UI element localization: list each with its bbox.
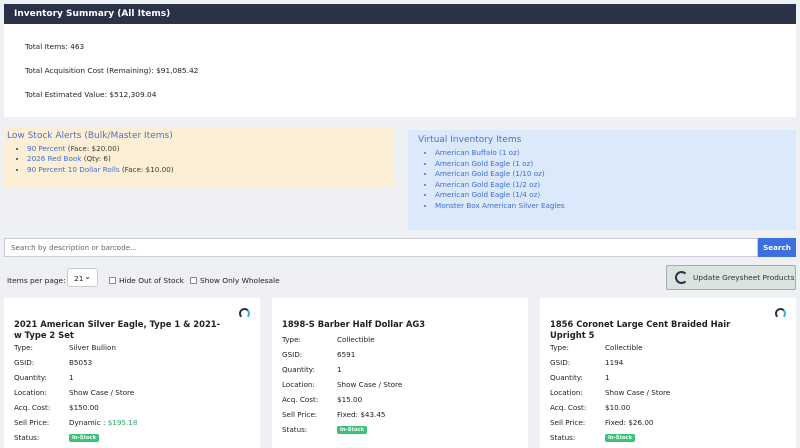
gsid-value: 6591 <box>337 350 356 359</box>
inventory-summary-panel: Total Items: 463 Total Acquisition Cost … <box>4 24 796 117</box>
low-stock-item: 2026 Red Book (Qty: 6) <box>27 154 391 164</box>
status-badge: In-Stock <box>69 434 100 442</box>
virtual-inventory-list: American Buffalo (1 oz) American Gold Ea… <box>418 148 786 212</box>
low-stock-list: 90 Percent (Face: $20.00) 2026 Red Book … <box>7 144 391 175</box>
type-label: Type: <box>14 343 33 352</box>
status-badge: In-Stock <box>337 426 368 434</box>
acq-cost-label: Acq. Cost: <box>550 403 587 412</box>
product-card[interactable]: 1898-S Barber Half Dollar AG3 Type: Coll… <box>272 298 528 448</box>
total-acquisition-cost: Total Acquisition Cost (Remaining): $91,… <box>25 66 199 75</box>
gsid-label: GSID: <box>14 358 35 367</box>
status-label: Status: <box>282 425 308 434</box>
status-value: In-Stock <box>605 432 636 442</box>
low-stock-item-detail: (Face: $20.00) <box>67 144 120 153</box>
acq-cost-label: Acq. Cost: <box>282 395 319 404</box>
low-stock-item-detail: (Face: $10.00) <box>121 164 174 174</box>
inventory-summary-header: Inventory Summary (All Items) <box>4 4 796 24</box>
product-title: 2021 American Silver Eagle, Type 1 & 202… <box>14 319 221 340</box>
virtual-inventory-panel: Virtual Inventory Items American Buffalo… <box>408 130 796 230</box>
low-stock-item-link[interactable]: 90 Percent 10 Dollar Rolls <box>27 165 120 174</box>
virtual-item-link[interactable]: American Gold Eagle (1/10 oz) <box>435 169 786 180</box>
type-value: Silver Bullion <box>69 343 116 352</box>
show-only-wholesale-checkbox[interactable] <box>190 277 197 284</box>
quantity-label: Quantity: <box>282 365 315 374</box>
quantity-label: Quantity: <box>550 373 583 382</box>
location-label: Location: <box>550 388 583 397</box>
acq-cost-label: Acq. Cost: <box>14 403 51 412</box>
quantity-label: Quantity: <box>14 373 47 382</box>
sell-price-label: Sell Price: <box>282 410 318 419</box>
acq-cost-value: $150.00 <box>69 403 99 412</box>
virtual-inventory-title: Virtual Inventory Items <box>418 135 522 145</box>
type-label: Type: <box>282 335 301 344</box>
show-only-wholesale-toggle[interactable]: Show Only Wholesale <box>190 276 280 285</box>
sell-price-label: Sell Price: <box>14 418 50 427</box>
location-label: Location: <box>14 388 47 397</box>
total-estimated-value: Total Estimated Value: $512,309.04 <box>25 90 157 99</box>
location-value: Show Case / Store <box>605 388 671 397</box>
sell-price-value: Fixed: $26.00 <box>605 418 653 427</box>
sell-price-type: Dynamic : <box>69 418 108 427</box>
hide-out-of-stock-toggle[interactable]: Hide Out of Stock <box>109 276 184 285</box>
greysheet-logo-icon <box>675 271 688 284</box>
gsid-label: GSID: <box>282 350 303 359</box>
virtual-item-link[interactable]: American Gold Eagle (1 oz) <box>435 159 786 170</box>
virtual-item-link[interactable]: American Gold Eagle (1/2 oz) <box>435 180 786 191</box>
status-label: Status: <box>550 433 576 442</box>
items-per-page-select[interactable]: 21 ⌄ <box>67 268 98 287</box>
gsid-value: B5053 <box>69 358 93 367</box>
low-stock-alerts-panel: Low Stock Alerts (Bulk/Master Items) 90 … <box>4 128 394 188</box>
low-stock-item-link[interactable]: 2026 Red Book <box>27 154 81 163</box>
hide-out-of-stock-checkbox[interactable] <box>109 277 116 284</box>
location-value: Show Case / Store <box>337 380 403 389</box>
chevron-down-icon: ⌄ <box>84 272 91 281</box>
sell-price-value: Fixed: $43.45 <box>337 410 385 419</box>
gsid-label: GSID: <box>550 358 571 367</box>
virtual-item-link[interactable]: American Buffalo (1 oz) <box>435 148 786 159</box>
show-only-wholesale-label: Show Only Wholesale <box>200 276 280 285</box>
acq-cost-value: $15.00 <box>337 395 363 404</box>
quantity-value: 1 <box>69 373 74 382</box>
items-per-page-value: 21 <box>74 274 84 283</box>
product-card[interactable]: 1856 Coronet Large Cent Braided Hair Upr… <box>540 298 796 448</box>
sell-price-label: Sell Price: <box>550 418 586 427</box>
gsid-value: 1194 <box>605 358 624 367</box>
items-per-page-label: Items per page: <box>7 276 66 285</box>
total-items: Total Items: 463 <box>25 42 85 51</box>
type-value: Collectible <box>337 335 375 344</box>
low-stock-item: 90 Percent (Face: $20.00) <box>27 144 391 154</box>
virtual-item-link[interactable]: American Gold Eagle (1/4 oz) <box>435 190 786 201</box>
low-stock-title: Low Stock Alerts (Bulk/Master Items) <box>7 131 173 141</box>
product-title: 1856 Coronet Large Cent Braided Hair Upr… <box>550 319 731 340</box>
hide-out-of-stock-label: Hide Out of Stock <box>119 276 184 285</box>
product-card[interactable]: 2021 American Silver Eagle, Type 1 & 202… <box>4 298 260 448</box>
quantity-value: 1 <box>337 365 342 374</box>
update-greysheet-label: Update Greysheet Products <box>693 273 795 282</box>
product-title: 1898-S Barber Half Dollar AG3 <box>282 319 426 329</box>
type-value: Collectible <box>605 343 643 352</box>
low-stock-item: 90 Percent 10 Dollar Rolls (Face: $10.00… <box>27 165 391 175</box>
virtual-item-link[interactable]: Monster Box American Silver Eagles <box>435 201 786 212</box>
status-value: In-Stock <box>337 424 368 434</box>
low-stock-item-detail: (Qty: 6) <box>83 154 111 164</box>
status-badge: In-Stock <box>605 434 636 442</box>
quantity-value: 1 <box>605 373 610 382</box>
sell-price-type: Fixed: $26.00 <box>605 418 654 427</box>
search-button[interactable]: Search <box>758 238 796 257</box>
type-label: Type: <box>550 343 569 352</box>
status-value: In-Stock <box>69 432 100 442</box>
location-label: Location: <box>282 380 315 389</box>
search-input[interactable] <box>4 238 758 257</box>
status-label: Status: <box>14 433 40 442</box>
greysheet-logo-icon <box>775 308 786 319</box>
location-value: Show Case / Store <box>69 388 135 397</box>
greysheet-logo-icon <box>239 308 250 319</box>
sell-price-value: Dynamic : $195.18 <box>69 418 137 427</box>
update-greysheet-button[interactable]: Update Greysheet Products <box>666 265 796 290</box>
sell-price-amount: $195.18 <box>107 418 138 427</box>
sell-price-type: Fixed: $43.45 <box>337 410 386 419</box>
low-stock-item-link[interactable]: 90 Percent <box>27 144 65 153</box>
acq-cost-value: $10.00 <box>605 403 631 412</box>
